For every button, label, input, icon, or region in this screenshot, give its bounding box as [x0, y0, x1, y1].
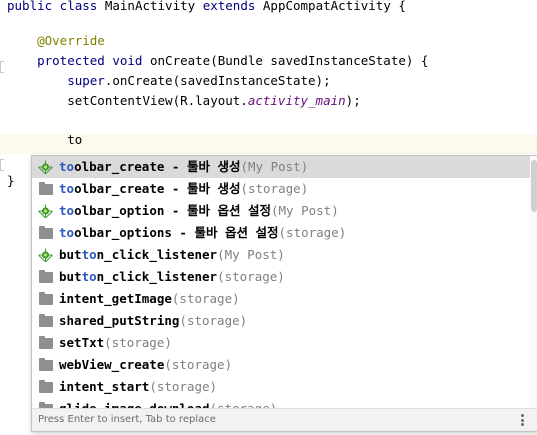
completion-item[interactable]: webView_create(storage): [32, 354, 530, 376]
autocomplete-popup[interactable]: toolbar_create - 툴바 생성(My Post) toolbar_c…: [31, 155, 537, 432]
completion-name: webView_create: [59, 357, 164, 372]
match-highlight: to: [59, 225, 75, 240]
completion-source: (storage): [179, 313, 248, 328]
folder-icon: [38, 336, 53, 350]
completion-item[interactable]: button_click_listener(My Post): [32, 244, 530, 266]
completion-source: (storage): [217, 269, 285, 284]
completion-name: toolbar_create - 툴바 생성: [59, 181, 240, 196]
code-line[interactable]: }: [7, 171, 15, 191]
code-line[interactable]: public class MainActivity extends AppCom…: [7, 0, 406, 16]
live-template-icon: [38, 204, 53, 218]
code-token: }: [7, 173, 15, 188]
folder-icon: [38, 270, 53, 284]
folder-icon: [38, 380, 53, 394]
folder-icon: [38, 226, 53, 240]
name-rest: olbar_option - 툴바 옵션 설정: [74, 203, 271, 218]
name-rest: n_click_listener: [96, 247, 218, 262]
completion-item[interactable]: intent_start(storage): [32, 376, 530, 398]
code-token: MainActivity: [104, 0, 203, 13]
popup-footer-hint: Press Enter to insert, Tab to replace: [38, 414, 216, 425]
code-editor[interactable]: public class MainActivity extends AppCom…: [0, 0, 537, 435]
name-prefix: but: [59, 269, 82, 284]
name-rest: olbar_options - 툴바 옵션 설정: [74, 225, 279, 240]
live-template-icon: [38, 248, 53, 262]
name-rest: glide_image_download: [59, 401, 210, 408]
code-token: );: [345, 93, 361, 108]
code-token: super: [7, 73, 105, 88]
name-rest: intent_getImage: [59, 291, 172, 306]
code-line[interactable]: setContentView(R.layout.activity_main);: [7, 91, 361, 111]
live-template-icon: [38, 160, 53, 174]
autocomplete-list[interactable]: toolbar_create - 툴바 생성(My Post) toolbar_c…: [32, 156, 530, 408]
name-rest: webView_create: [59, 357, 165, 372]
code-token: setContentView(R.layout.: [7, 93, 248, 108]
completion-source: (storage): [278, 225, 347, 240]
folder-icon: [38, 292, 53, 306]
code-line[interactable]: @Override: [7, 31, 105, 51]
code-line[interactable]: protected void onCreate(Bundle savedInst…: [7, 51, 428, 71]
code-token: AppCompatActivity {: [262, 0, 406, 13]
completion-name: toolbar_options - 툴바 옵션 설정: [59, 225, 279, 240]
name-rest: olbar_create - 툴바 생성: [74, 159, 241, 174]
completion-name: toolbar_create - 툴바 생성: [59, 159, 240, 174]
completion-name: shared_putString: [59, 313, 179, 328]
completion-name: glide_image_download: [59, 401, 210, 408]
completion-name: toolbar_option - 툴바 옵션 설정: [59, 203, 271, 218]
match-highlight: to: [59, 203, 75, 218]
popup-scrollbar[interactable]: [530, 156, 537, 408]
completion-source: (storage): [149, 379, 218, 394]
completion-item[interactable]: toolbar_create - 툴바 생성(My Post): [32, 156, 530, 178]
fold-marker-icon[interactable]: [0, 61, 6, 73]
completion-item[interactable]: button_click_listener(storage): [32, 266, 530, 288]
folder-icon: [38, 182, 53, 196]
completion-source: (storage): [104, 335, 172, 350]
name-rest: n_click_listener: [96, 269, 218, 284]
code-line[interactable]: super.onCreate(savedInstanceState);: [7, 71, 331, 91]
completion-source: (My Post): [217, 247, 285, 262]
completion-source: (storage): [240, 181, 309, 196]
completion-item[interactable]: toolbar_option - 툴바 옵션 설정(My Post): [32, 200, 530, 222]
match-highlight: to: [59, 159, 75, 174]
name-rest: shared_putString: [59, 313, 180, 328]
completion-source: (storage): [210, 401, 278, 408]
folder-icon: [38, 314, 53, 328]
fold-marker-icon[interactable]: [0, 159, 6, 171]
completion-source: (My Post): [271, 203, 339, 218]
completion-item[interactable]: toolbar_options - 툴바 옵션 설정(storage): [32, 222, 530, 244]
code-token: .onCreate(savedInstanceState);: [104, 73, 331, 88]
code-token: onCreate(Bundle savedInstanceState) {: [150, 53, 429, 68]
match-highlight: to: [59, 181, 75, 196]
completion-item[interactable]: toolbar_create - 툴바 생성(storage): [32, 178, 530, 200]
completion-name: setTxt: [59, 335, 104, 350]
completion-item[interactable]: glide_image_download(storage): [32, 398, 530, 408]
completion-name: button_click_listener: [59, 269, 217, 284]
completion-source: (storage): [164, 357, 233, 372]
code-token: public class: [7, 0, 105, 13]
match-highlight: to: [81, 247, 97, 262]
completion-name: intent_getImage: [59, 291, 172, 306]
code-token: extends: [202, 0, 263, 13]
completion-item[interactable]: setTxt(storage): [32, 332, 530, 354]
completion-name: button_click_listener: [59, 247, 217, 262]
name-rest: olbar_create - 툴바 생성: [74, 181, 241, 196]
more-options-icon[interactable]: [521, 414, 524, 426]
completion-name: intent_start: [59, 379, 149, 394]
code-line[interactable]: to: [7, 130, 82, 150]
folder-icon: [38, 358, 53, 372]
name-rest: setTxt: [59, 335, 105, 350]
completion-item[interactable]: shared_putString(storage): [32, 310, 530, 332]
name-rest: intent_start: [59, 379, 150, 394]
code-token: protected void: [7, 53, 150, 68]
name-prefix: but: [59, 247, 82, 262]
completion-source: (My Post): [240, 159, 309, 174]
popup-footer: Press Enter to insert, Tab to replace: [32, 408, 537, 431]
popup-scrollbar-thumb[interactable]: [531, 160, 537, 212]
match-highlight: to: [81, 269, 97, 284]
code-token: @Override: [7, 33, 105, 48]
code-token: activity_main: [247, 93, 346, 108]
completion-item[interactable]: intent_getImage(storage): [32, 288, 530, 310]
code-token: to: [7, 132, 83, 147]
completion-source: (storage): [171, 291, 240, 306]
